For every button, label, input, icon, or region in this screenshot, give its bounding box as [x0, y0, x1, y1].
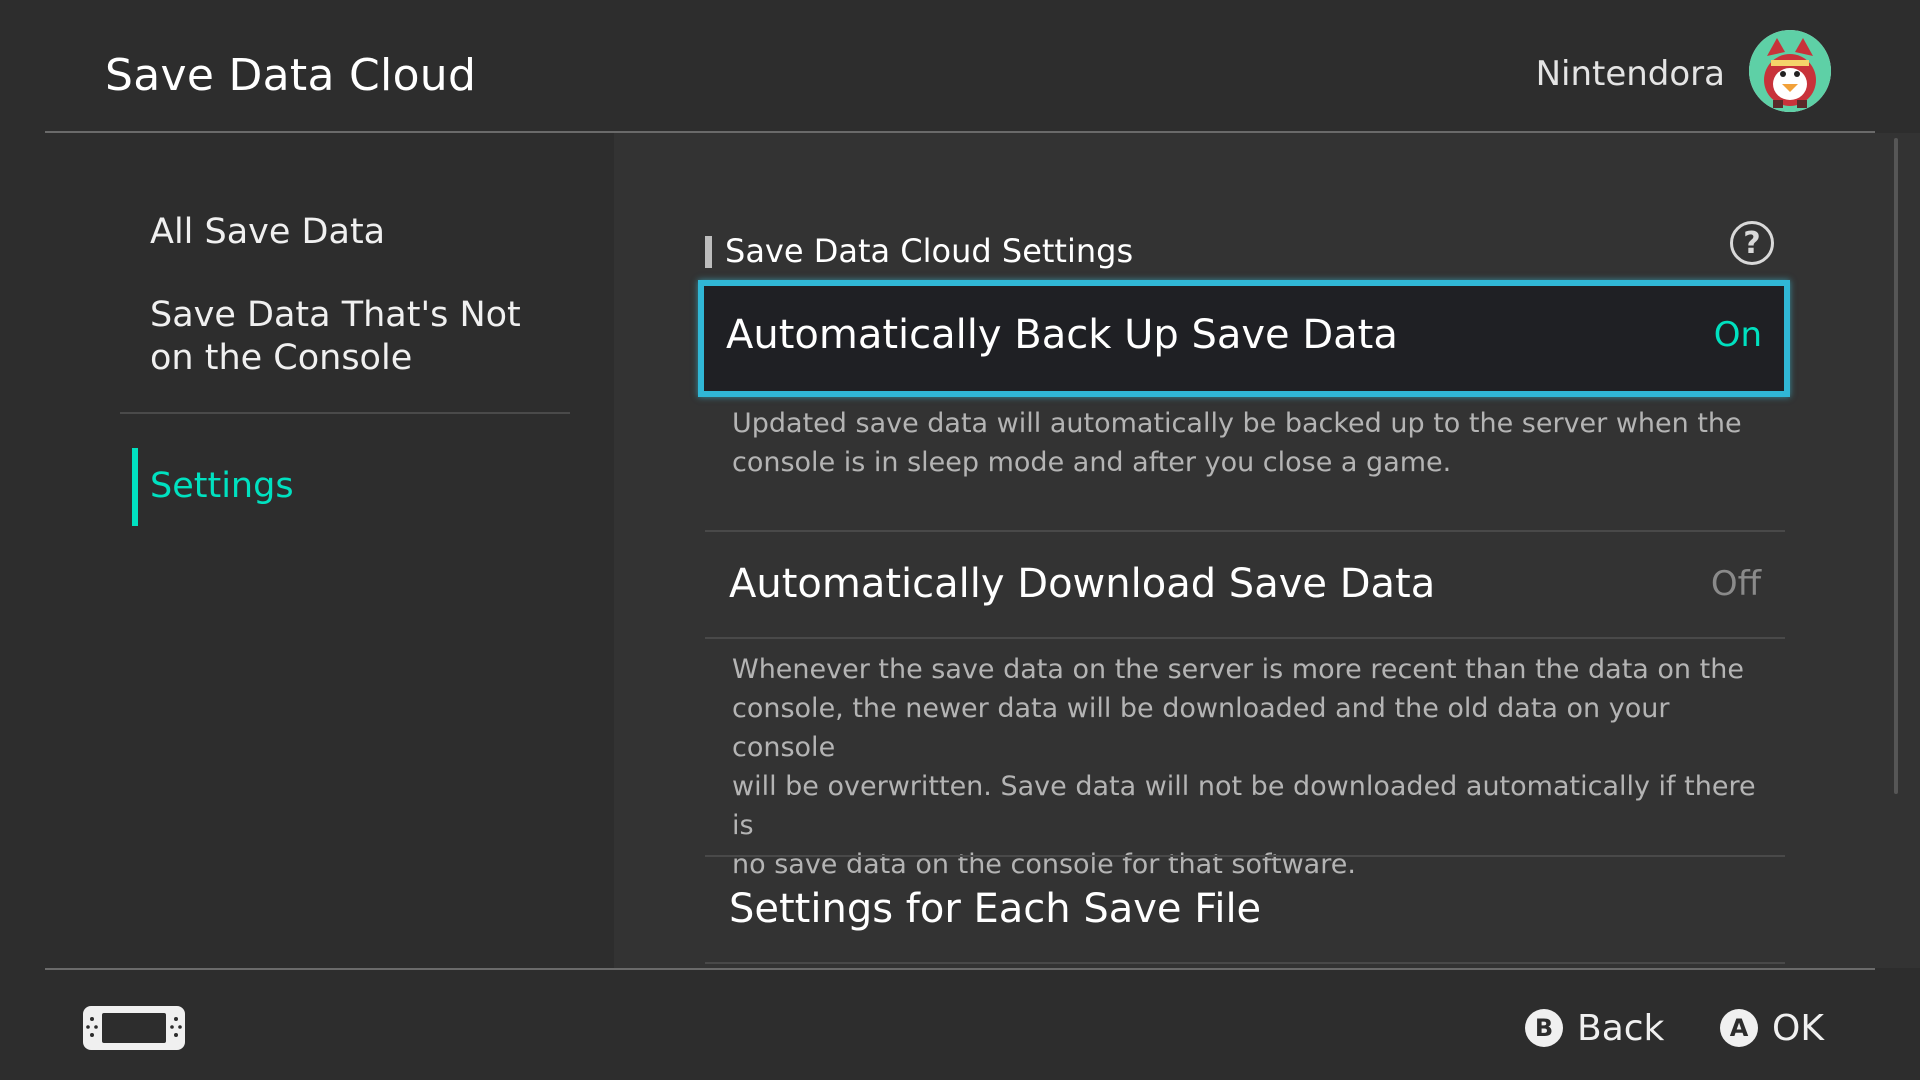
row-divider: [705, 530, 1785, 532]
save-data-cloud-screen: Save Data Cloud Nintendora All Save Data: [0, 0, 1920, 1080]
sidebar-item-label: Settings: [150, 466, 294, 506]
back-button[interactable]: B Back: [1525, 1006, 1664, 1050]
setting-description: Whenever the save data on the server is …: [732, 650, 1772, 884]
user-avatar[interactable]: [1749, 30, 1831, 112]
back-label: Back: [1577, 1007, 1665, 1049]
row-divider: [705, 637, 1785, 639]
sidebar-item-save-data-not-on-console[interactable]: Save Data That's Not on the Console: [150, 294, 521, 380]
a-button-icon: A: [1720, 1009, 1758, 1047]
description-line: will be overwritten. Save data will not …: [732, 771, 1756, 841]
setting-value-on: On: [1713, 315, 1762, 355]
scrollbar[interactable]: [1894, 138, 1898, 794]
sidebar-item-settings[interactable]: Settings: [150, 465, 294, 508]
setting-label: Settings for Each Save File: [729, 886, 1262, 932]
sidebar-selected-indicator: [132, 448, 138, 526]
b-button-icon: B: [1525, 1009, 1563, 1047]
question-circle-icon[interactable]: ?: [1730, 221, 1774, 265]
setting-value-off: Off: [1710, 564, 1761, 604]
description-line: console is in sleep mode and after you c…: [732, 447, 1452, 478]
sidebar-item-label-line2: on the Console: [150, 338, 413, 378]
setting-auto-download[interactable]: Automatically Download Save Data Off: [705, 533, 1785, 638]
description-line: console, the newer data will be download…: [732, 693, 1670, 763]
row-divider: [705, 855, 1785, 857]
ok-button[interactable]: A OK: [1720, 1006, 1824, 1050]
row-divider: [705, 962, 1785, 964]
handheld-console-icon: [82, 1005, 186, 1051]
sidebar-item-all-save-data[interactable]: All Save Data: [150, 211, 385, 254]
header-bar: Save Data Cloud Nintendora: [45, 0, 1875, 133]
sidebar-nav: [0, 133, 614, 968]
section-title: Save Data Cloud Settings: [725, 232, 1134, 270]
user-name: Nintendora: [1535, 54, 1725, 94]
villager-avatar-image: [1749, 30, 1831, 112]
setting-label: Automatically Back Up Save Data: [726, 312, 1398, 358]
setting-label: Automatically Download Save Data: [729, 561, 1436, 607]
page-title: Save Data Cloud: [105, 50, 477, 101]
description-line: Updated save data will automatically be …: [732, 408, 1742, 439]
setting-description: Updated save data will automatically be …: [732, 404, 1772, 482]
ok-label: OK: [1772, 1007, 1824, 1049]
setting-each-save-file[interactable]: Settings for Each Save File: [705, 858, 1785, 963]
footer-bar: B Back A OK: [45, 968, 1875, 1080]
sidebar-item-label-line1: Save Data That's Not: [150, 295, 521, 335]
section-marker: [705, 236, 712, 268]
setting-auto-backup[interactable]: Automatically Back Up Save Data On: [698, 280, 1790, 397]
description-line: Whenever the save data on the server is …: [732, 654, 1744, 685]
sidebar-item-label: All Save Data: [150, 212, 386, 252]
sidebar-divider: [120, 412, 570, 414]
